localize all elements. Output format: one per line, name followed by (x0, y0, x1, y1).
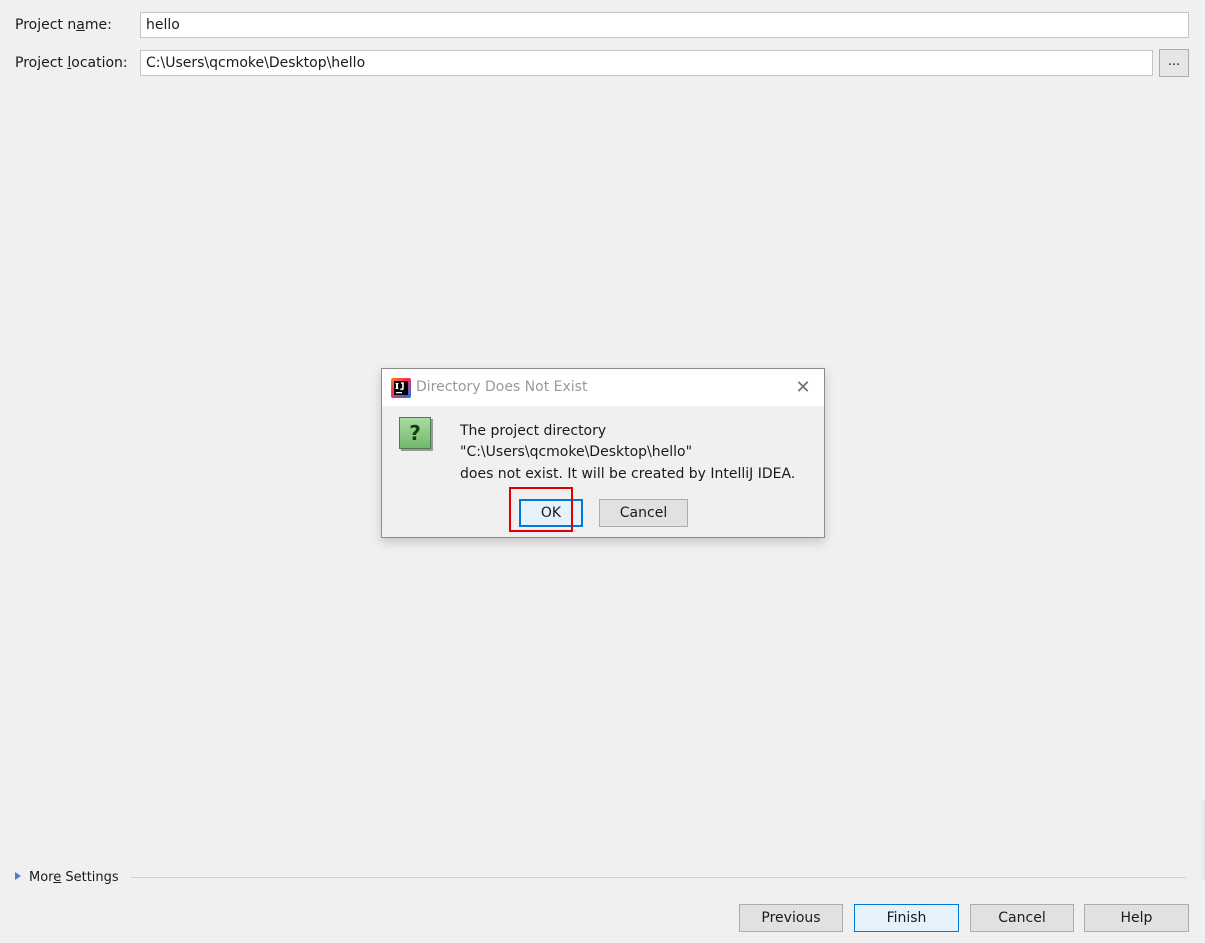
close-icon[interactable]: ✕ (792, 377, 814, 399)
project-name-input[interactable]: hello (140, 12, 1189, 38)
directory-not-exist-dialog: Directory Does Not Exist ✕ ? The project… (381, 368, 825, 538)
triangle-right-icon (15, 872, 21, 880)
more-settings-label-part: Mor (29, 870, 54, 885)
more-settings-toggle[interactable]: More Settings (15, 869, 119, 887)
window-edge-shadow (1201, 800, 1205, 880)
finish-button[interactable]: Finish (854, 904, 959, 932)
previous-button[interactable]: Previous (739, 904, 843, 932)
project-location-input[interactable]: C:\Users\qcmoke\Desktop\hello (140, 50, 1153, 76)
project-name-label-mnemonic: a (76, 17, 85, 33)
more-settings-label-part: Settings (61, 870, 119, 885)
project-location-label: Project location: (15, 54, 128, 72)
intellij-idea-icon (391, 378, 411, 398)
project-name-label-part: me: (84, 17, 112, 33)
help-button[interactable]: Help (1084, 904, 1189, 932)
dialog-cancel-button[interactable]: Cancel (599, 499, 688, 527)
dialog-message-line: The project directory (460, 423, 607, 439)
dialog-title: Directory Does Not Exist (416, 379, 588, 395)
project-name-value: hello (146, 17, 180, 33)
dialog-message-path: "C:\Users\qcmoke\Desktop\hello" (460, 444, 693, 460)
project-location-label-part: ocation: (71, 55, 128, 71)
project-location-value: C:\Users\qcmoke\Desktop\hello (146, 55, 366, 71)
dialog-message-line: does not exist. It will be created by In… (460, 466, 796, 482)
cancel-button[interactable]: Cancel (970, 904, 1074, 932)
project-name-label: Project name: (15, 16, 112, 34)
browse-location-button[interactable]: ... (1159, 49, 1189, 77)
project-location-label-part: Project (15, 55, 68, 71)
more-settings-divider (131, 877, 1186, 878)
project-name-label-part: Project n (15, 17, 77, 33)
ok-button[interactable]: OK (519, 499, 583, 527)
dialog-titlebar[interactable]: Directory Does Not Exist ✕ (382, 369, 824, 406)
question-icon: ? (399, 417, 431, 449)
